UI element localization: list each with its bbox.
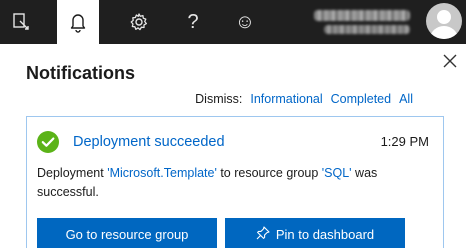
help-icon: ?: [187, 11, 199, 33]
settings-button[interactable]: [118, 0, 160, 44]
success-check-icon: [37, 131, 59, 153]
settings-gear-icon: [129, 12, 149, 32]
dismiss-all-link[interactable]: All: [399, 92, 413, 106]
smiley-icon: ☺: [234, 11, 256, 33]
pin-icon: [256, 225, 270, 243]
notification-time: 1:29 PM: [380, 134, 429, 149]
feedback-smiley-button[interactable]: ☺: [224, 0, 266, 44]
resource-group-link[interactable]: 'SQL': [322, 166, 352, 180]
dismiss-informational-link[interactable]: Informational: [250, 92, 322, 106]
dismiss-bar: Dismiss: Informational Completed All: [195, 92, 413, 106]
user-avatar-icon[interactable]: [426, 3, 462, 39]
notification-card[interactable]: Deployment succeeded 1:29 PM Deployment …: [26, 116, 444, 248]
template-link[interactable]: 'Microsoft.Template': [107, 166, 217, 180]
feedback-button[interactable]: [0, 0, 42, 44]
go-button-label: Go to resource group: [65, 226, 189, 242]
feedback-icon: [11, 12, 31, 32]
message-middle: to resource group: [216, 166, 322, 180]
pin-to-dashboard-button[interactable]: Pin to dashboard: [225, 218, 405, 248]
panel-title: Notifications: [26, 63, 136, 83]
notification-title: Deployment succeeded: [73, 134, 225, 150]
notifications-button[interactable]: [57, 0, 99, 44]
message-prefix: Deployment: [37, 166, 108, 180]
close-icon[interactable]: [441, 52, 459, 70]
account-name-redacted[interactable]: [300, 0, 425, 44]
notification-message: Deployment 'Microsoft.Template' to resou…: [37, 164, 432, 202]
pin-button-label: Pin to dashboard: [275, 226, 375, 242]
go-to-resource-group-button[interactable]: Go to resource group: [37, 218, 217, 248]
dismiss-completed-link[interactable]: Completed: [331, 92, 391, 106]
top-bar: ? ☺: [0, 0, 466, 44]
notifications-bell-icon: [68, 11, 88, 33]
dismiss-label: Dismiss:: [195, 92, 243, 106]
help-button[interactable]: ?: [172, 0, 214, 44]
